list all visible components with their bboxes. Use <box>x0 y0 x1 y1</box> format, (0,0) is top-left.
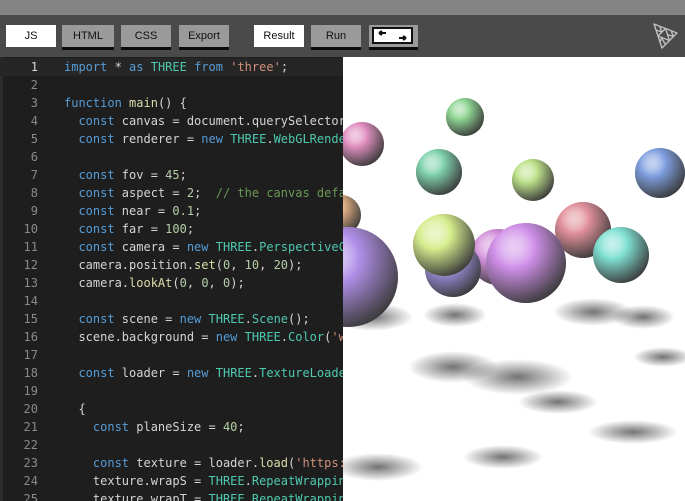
tab-html[interactable]: HTML <box>62 25 114 50</box>
code-line[interactable]: 11 const camera = new THREE.PerspectiveC <box>0 238 343 256</box>
sphere-teal-left <box>416 149 462 195</box>
code-editor[interactable]: 1 import * as THREE from 'three'; 2 3 functi… <box>0 57 343 501</box>
line-number: 10 <box>23 222 38 236</box>
code-text: const fov = 45; <box>78 168 187 182</box>
code-text: import * as THREE from 'three'; <box>64 60 289 74</box>
sphere-lime-center <box>512 159 554 201</box>
line-number: 25 <box>23 492 38 501</box>
sphere-shadow <box>588 420 678 444</box>
line-number: 5 <box>30 132 38 146</box>
code-line[interactable]: 24 texture.wrapS = THREE.RepeatWrappin <box>0 472 343 490</box>
code-text: const scene = new THREE.Scene(); <box>78 312 310 326</box>
code-line[interactable]: 10 const far = 100; <box>0 220 343 238</box>
result-preview[interactable] <box>343 57 685 501</box>
export-button[interactable]: Export <box>179 25 229 50</box>
line-number: 11 <box>23 240 38 254</box>
code-line[interactable]: 20 { <box>0 400 343 418</box>
code-line[interactable]: 21 const planeSize = 40; <box>0 418 343 436</box>
code-line[interactable]: 4 const canvas = document.querySelector <box>0 112 343 130</box>
line-number: 14 <box>23 294 38 308</box>
line-number: 21 <box>23 420 38 434</box>
code-line[interactable]: 3 function main() { <box>0 94 343 112</box>
split-view-toggle-button[interactable] <box>369 25 418 50</box>
line-number: 18 <box>23 366 38 380</box>
top-strip <box>0 0 685 15</box>
line-number: 1 <box>30 60 38 74</box>
code-text: const aspect = 2; // the canvas defa <box>78 186 343 200</box>
code-line[interactable]: 1 import * as THREE from 'three'; <box>0 58 343 76</box>
code-line[interactable]: 15 const scene = new THREE.Scene(); <box>0 310 343 328</box>
code-text: camera.position.set(0, 10, 20); <box>64 258 303 272</box>
code-text: scene.background = new THREE.Color('w <box>64 330 343 344</box>
line-number: 17 <box>23 348 38 362</box>
sphere-magenta-big <box>486 223 566 303</box>
line-number: 8 <box>30 186 38 200</box>
sphere-cyan <box>593 227 649 283</box>
code-text: const texture = loader.load('https: <box>92 456 343 470</box>
code-line[interactable]: 12 camera.position.set(0, 10, 20); <box>0 256 343 274</box>
line-number: 6 <box>30 150 38 164</box>
sphere-green-top <box>446 98 484 136</box>
code-line[interactable]: 5 const renderer = new THREE.WebGLRende <box>0 130 343 148</box>
line-number: 13 <box>23 276 38 290</box>
tab-js[interactable]: JS <box>6 25 56 50</box>
code-line[interactable]: 13 camera.lookAt(0, 0, 0); <box>0 274 343 292</box>
sphere-shadow <box>423 303 487 327</box>
line-number: 7 <box>30 168 38 182</box>
tab-css[interactable]: CSS <box>121 25 171 50</box>
code-text: camera.lookAt(0, 0, 0); <box>64 276 245 290</box>
sphere-blue-right <box>635 148 685 198</box>
toolbar: JS HTML CSS Export Result Run <box>0 15 685 57</box>
line-number: 12 <box>23 258 38 272</box>
code-line[interactable]: 8 const aspect = 2; // the canvas defa <box>0 184 343 202</box>
code-line[interactable]: 16 scene.background = new THREE.Color('w <box>0 328 343 346</box>
line-number: 23 <box>23 456 38 470</box>
code-line[interactable]: 22 <box>0 436 343 454</box>
sphere-shadow <box>518 390 598 414</box>
code-text: const loader = new THREE.TextureLoade <box>78 366 343 380</box>
threejs-logo <box>653 23 678 49</box>
sphere-yellow-green <box>413 214 475 276</box>
code-text: const near = 0.1; <box>78 204 202 218</box>
line-number: 22 <box>23 438 38 452</box>
line-number: 3 <box>30 96 38 110</box>
threejs-scene-canvas <box>343 57 685 501</box>
sphere-shadow <box>611 305 675 329</box>
sphere-shadow <box>463 359 573 395</box>
code-line[interactable]: 7 const fov = 45; <box>0 166 343 184</box>
code-text: function main() { <box>64 96 187 110</box>
tab-result[interactable]: Result <box>254 25 304 50</box>
code-text: texture.wrapT = THREE.RepeatWrappin <box>64 492 343 501</box>
line-number: 15 <box>23 312 38 326</box>
code-line[interactable]: 19 <box>0 382 343 400</box>
code-text: const far = 100; <box>78 222 195 236</box>
code-text: const renderer = new THREE.WebGLRende <box>78 132 343 146</box>
code-line[interactable]: 6 <box>0 148 343 166</box>
line-number: 19 <box>23 384 38 398</box>
code-line[interactable]: 9 const near = 0.1; <box>0 202 343 220</box>
code-line[interactable]: 17 <box>0 346 343 364</box>
split-view-toggle-icon <box>372 27 413 44</box>
code-line[interactable]: 14 <box>0 292 343 310</box>
code-line[interactable]: 2 <box>0 76 343 94</box>
code-text: const camera = new THREE.PerspectiveC <box>78 240 343 254</box>
run-button[interactable]: Run <box>311 25 361 50</box>
code-text: texture.wrapS = THREE.RepeatWrappin <box>64 474 343 488</box>
code-text: const canvas = document.querySelector <box>78 114 343 128</box>
code-line[interactable]: 18 const loader = new THREE.TextureLoade <box>0 364 343 382</box>
line-number: 20 <box>23 402 38 416</box>
code-line[interactable]: 23 const texture = loader.load('https: <box>0 454 343 472</box>
sphere-shadow <box>463 445 543 469</box>
line-number: 24 <box>23 474 38 488</box>
line-number: 4 <box>30 114 38 128</box>
code-line[interactable]: 25 texture.wrapT = THREE.RepeatWrappin <box>0 490 343 501</box>
line-number: 16 <box>23 330 38 344</box>
line-number: 2 <box>30 78 38 92</box>
code-text: { <box>64 402 86 416</box>
line-number: 9 <box>30 204 38 218</box>
code-text: const planeSize = 40; <box>92 420 245 434</box>
